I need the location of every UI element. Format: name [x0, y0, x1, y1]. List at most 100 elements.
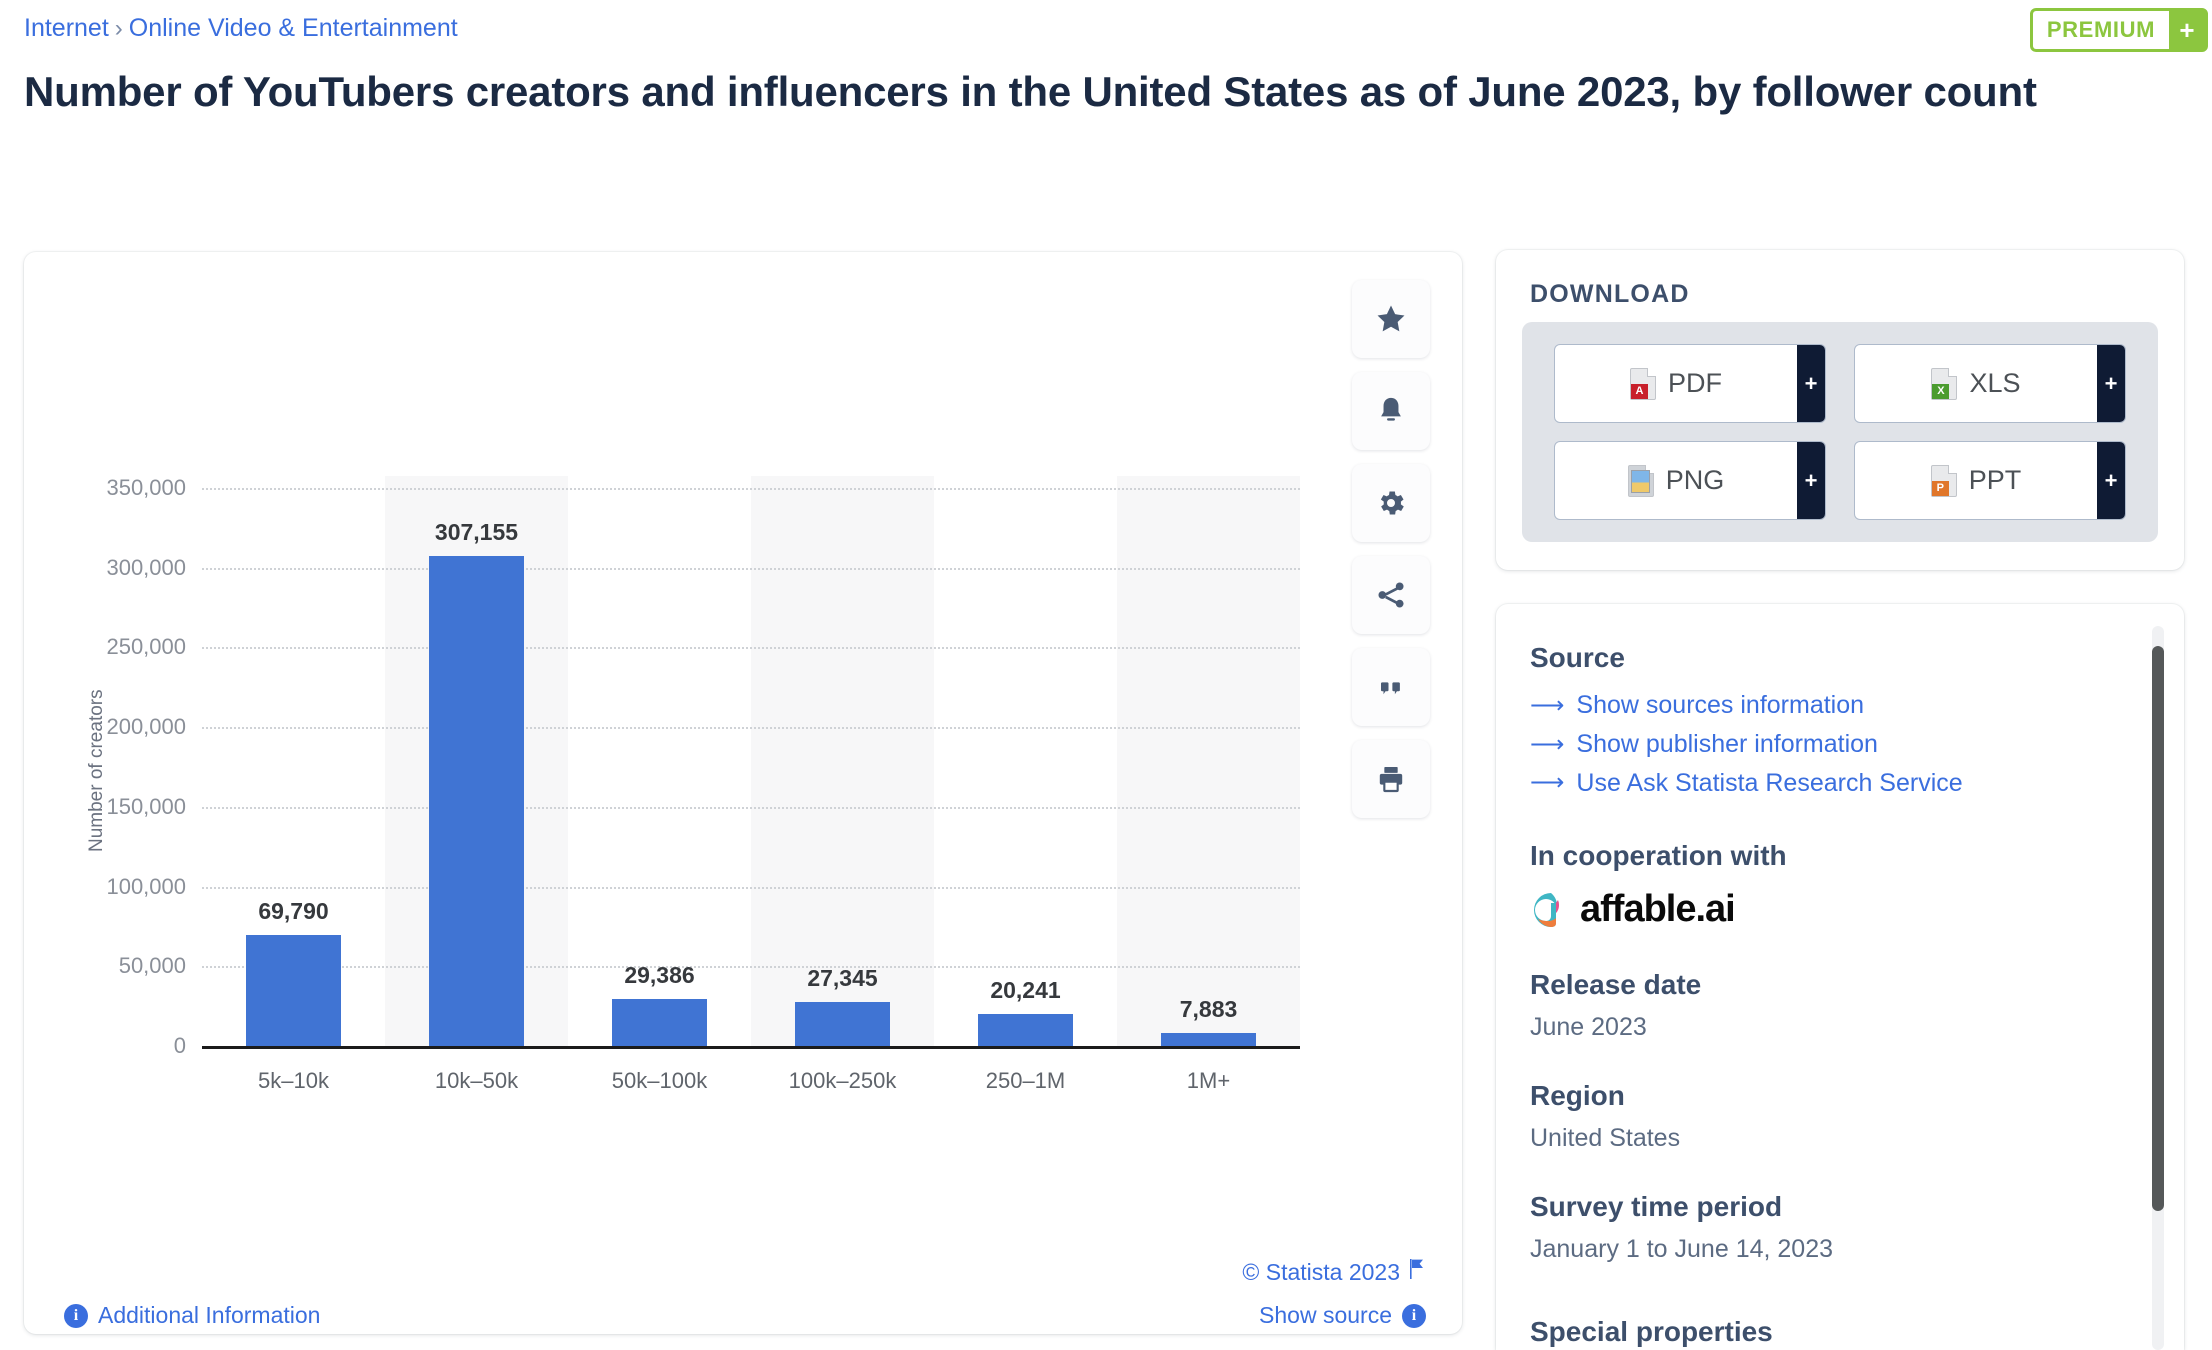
flag-icon[interactable]	[1408, 1258, 1426, 1286]
x-axis-tick-label: 250–1M	[985, 1068, 1066, 1093]
notification-bell-icon[interactable]	[1352, 372, 1430, 450]
chart-column-band	[751, 476, 934, 1046]
breadcrumb-root[interactable]: Internet	[24, 14, 109, 42]
download-button-label: PDF	[1668, 368, 1722, 398]
bar-value-label: 27,345	[807, 965, 878, 992]
y-axis-title: Number of creators	[86, 689, 107, 852]
show-sources-information-label: Show sources information	[1576, 691, 1865, 719]
bar-value-label: 20,241	[990, 976, 1061, 1003]
release-date-value: June 2023	[1530, 1013, 1647, 1042]
y-axis-tick-label: 0	[173, 1033, 186, 1058]
bar-value-label: 29,386	[624, 962, 695, 989]
chart-bar[interactable]	[428, 556, 525, 1046]
bar-value-label: 7,883	[1179, 996, 1238, 1023]
y-axis-tick-label: 50,000	[118, 953, 186, 979]
download-heading: DOWNLOAD	[1530, 280, 1690, 308]
download-button-label: XLS	[1969, 368, 2021, 398]
additional-information-label: Additional Information	[98, 1302, 321, 1328]
favorite-star-icon[interactable]	[1352, 280, 1430, 358]
show-publisher-information-label: Show publisher information	[1576, 729, 1878, 758]
chart-gridline	[202, 727, 1300, 730]
show-source-label: Show source	[1259, 1302, 1392, 1328]
breadcrumb: Internet › Online Video & Entertainment	[24, 14, 458, 43]
arrow-right-icon: ⟶	[1530, 769, 1565, 797]
chart-bar[interactable]	[977, 1013, 1074, 1046]
survey-time-period-heading: Survey time period	[1530, 1191, 1783, 1223]
chart-gridline	[202, 488, 1300, 490]
x-axis-baseline	[202, 1046, 1300, 1049]
cooperation-heading: In cooperation with	[1530, 840, 1787, 872]
x-axis-tick-label: 100k–250k	[788, 1068, 897, 1093]
partner-logo: affable.ai	[1530, 888, 2124, 931]
download-expand-icon[interactable]: +	[2097, 345, 2125, 422]
source-heading: Source	[1530, 642, 1625, 673]
affable-logo-mark-icon	[1534, 892, 1560, 927]
download-expand-icon[interactable]: +	[1797, 345, 1825, 422]
y-axis-tick-label: 350,000	[106, 475, 186, 500]
additional-information-link[interactable]: i Additional Information	[64, 1302, 320, 1329]
x-axis-tick-label: 10k–50k	[434, 1068, 519, 1093]
info-icon: i	[64, 1303, 88, 1328]
download-expand-icon[interactable]: +	[2097, 442, 2125, 519]
x-axis-tick-label: 5k–10k	[258, 1068, 329, 1093]
partner-logo-text: affable.ai	[1580, 888, 1736, 931]
chart-gridline	[202, 806, 1300, 809]
chart-card: 350,000 300,000 250,000 200,000 150,000 100,0…	[24, 252, 1462, 1334]
chart-column-band	[1117, 476, 1300, 1046]
download-button-label: PPT	[1968, 465, 2022, 495]
show-source-link[interactable]: Show source i	[1259, 1302, 1426, 1329]
ask-statista-research-service-link[interactable]: ⟶ Use Ask Statista Research Service	[1530, 764, 2124, 803]
xls-file-icon: X	[1931, 367, 1958, 400]
premium-plus-icon: +	[2169, 11, 2205, 49]
download-pdf-button[interactable]: A PDF +	[1554, 344, 1826, 423]
download-card: DOWNLOAD A PDF + X XLS + PNG + P PPT +	[1496, 250, 2184, 570]
chart-bar[interactable]	[1160, 1033, 1257, 1046]
print-icon[interactable]	[1352, 740, 1430, 818]
pdf-file-icon: A	[1630, 367, 1656, 400]
release-date-heading: Release date	[1530, 969, 1702, 1001]
ppt-file-icon: P	[1930, 464, 1957, 497]
chart-toolbar	[1352, 280, 1430, 832]
info-icon: i	[1402, 1303, 1426, 1328]
show-publisher-information-link[interactable]: ⟶ Show publisher information	[1530, 725, 2124, 764]
chart-gridline	[202, 886, 1300, 889]
premium-label: PREMIUM	[2032, 11, 2169, 49]
y-axis-tick-label: 200,000	[106, 714, 186, 740]
share-icon[interactable]	[1352, 556, 1430, 634]
show-sources-information-link[interactable]: ⟶ Show sources information	[1530, 686, 2124, 725]
download-expand-icon[interactable]: +	[1797, 442, 1825, 519]
chart-bar[interactable]	[794, 1002, 891, 1046]
arrow-right-icon: ⟶	[1530, 730, 1565, 758]
statistic-info-card: Source ⟶ Show sources information ⟶ Show…	[1496, 604, 2184, 1350]
y-axis-tick-label: 100,000	[106, 873, 186, 899]
download-button-grid: A PDF + X XLS + PNG + P PPT +	[1522, 322, 2158, 542]
page-title: Number of YouTubers creators and influen…	[24, 68, 2037, 115]
y-axis-tick-label: 250,000	[106, 634, 186, 660]
download-png-button[interactable]: PNG +	[1554, 441, 1826, 520]
quote-citation-icon[interactable]	[1352, 648, 1430, 726]
x-axis-tick-label: 1M+	[1186, 1068, 1231, 1093]
chart-gridline	[202, 647, 1300, 650]
premium-badge[interactable]: PREMIUM +	[2029, 8, 2208, 52]
breadcrumb-category[interactable]: Online Video & Entertainment	[129, 14, 458, 42]
bar-value-label: 69,790	[258, 897, 329, 924]
breadcrumb-separator: ›	[114, 15, 123, 42]
bar-value-label: 307,155	[434, 519, 519, 546]
y-axis-tick-label: 150,000	[106, 793, 186, 819]
region-heading: Region	[1530, 1080, 1625, 1112]
region-value: United States	[1530, 1124, 1681, 1153]
chart-bar[interactable]	[245, 934, 342, 1046]
chart-bar[interactable]	[611, 999, 708, 1046]
sidebar-scrollbar-thumb[interactable]	[2152, 646, 2164, 1211]
y-axis-tick-label: 300,000	[106, 554, 186, 580]
settings-gear-icon[interactable]	[1352, 464, 1430, 542]
survey-time-period-value: January 1 to June 14, 2023	[1530, 1235, 1834, 1264]
download-xls-button[interactable]: X XLS +	[1854, 344, 2126, 423]
copyright-notice[interactable]: © Statista 2023	[1242, 1258, 1426, 1286]
statista-statistic-page: Internet › Online Video & Entertainment PR…	[0, 0, 2212, 1350]
png-file-icon	[1627, 464, 1654, 497]
copyright-text: © Statista 2023	[1242, 1258, 1400, 1285]
x-axis-tick-label: 50k–100k	[611, 1068, 708, 1093]
download-ppt-button[interactable]: P PPT +	[1854, 441, 2126, 520]
ask-statista-label: Use Ask Statista Research Service	[1576, 768, 1963, 797]
